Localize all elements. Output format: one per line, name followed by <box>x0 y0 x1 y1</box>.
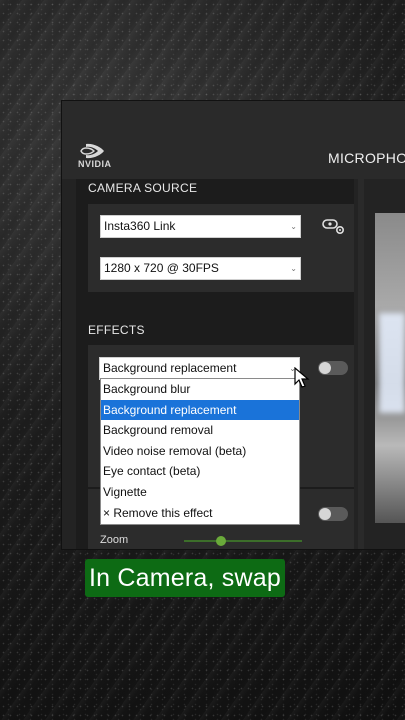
zoom-slider[interactable] <box>184 540 302 542</box>
option-background-removal[interactable]: Background removal <box>101 420 299 441</box>
camera-source-title: CAMERA SOURCE <box>88 181 198 195</box>
effect-toggle[interactable] <box>318 361 348 375</box>
panel-divider <box>358 179 364 549</box>
mouse-cursor-icon <box>294 366 310 389</box>
camera-device-select[interactable]: Insta360 Link ⌄ <box>100 215 301 238</box>
zoom-label: Zoom <box>100 534 129 546</box>
zoom-slider-handle[interactable] <box>216 536 226 546</box>
camera-preview <box>375 213 405 523</box>
chevron-down-icon: ⌄ <box>290 222 297 231</box>
option-eye-contact[interactable]: Eye contact (beta) <box>101 461 299 482</box>
option-video-noise-removal[interactable]: Video noise removal (beta) <box>101 441 299 462</box>
effects-title: EFFECTS <box>88 323 145 337</box>
option-background-replacement[interactable]: Background replacement <box>101 399 299 421</box>
tab-microphone[interactable]: MICROPHO <box>328 150 405 166</box>
effect-2-toggle[interactable] <box>318 507 348 521</box>
camera-device-value: Insta360 Link <box>104 219 176 233</box>
effect-select[interactable]: Background replacement ⌄ <box>99 357 300 380</box>
logo-text: NVIDIA <box>78 159 112 169</box>
option-remove-effect[interactable]: × Remove this effect <box>101 503 299 524</box>
resolution-select[interactable]: 1280 x 720 @ 30FPS ⌄ <box>100 257 301 280</box>
effect-dropdown-list: Background blur Background replacement B… <box>100 378 300 525</box>
option-vignette[interactable]: Vignette <box>101 482 299 503</box>
option-background-blur[interactable]: Background blur <box>101 379 299 400</box>
video-caption: In Camera, swap <box>85 559 285 597</box>
effect-select-value: Background replacement <box>103 361 237 375</box>
resolution-value: 1280 x 720 @ 30FPS <box>104 261 219 275</box>
camera-source-card: Insta360 Link ⌄ 1280 x 720 @ 30FPS ⌄ <box>88 204 354 292</box>
chevron-down-icon: ⌄ <box>290 264 297 273</box>
title-bar: NVIDIA MICROPHO <box>62 101 405 179</box>
camera-settings-icon[interactable] <box>322 217 346 240</box>
